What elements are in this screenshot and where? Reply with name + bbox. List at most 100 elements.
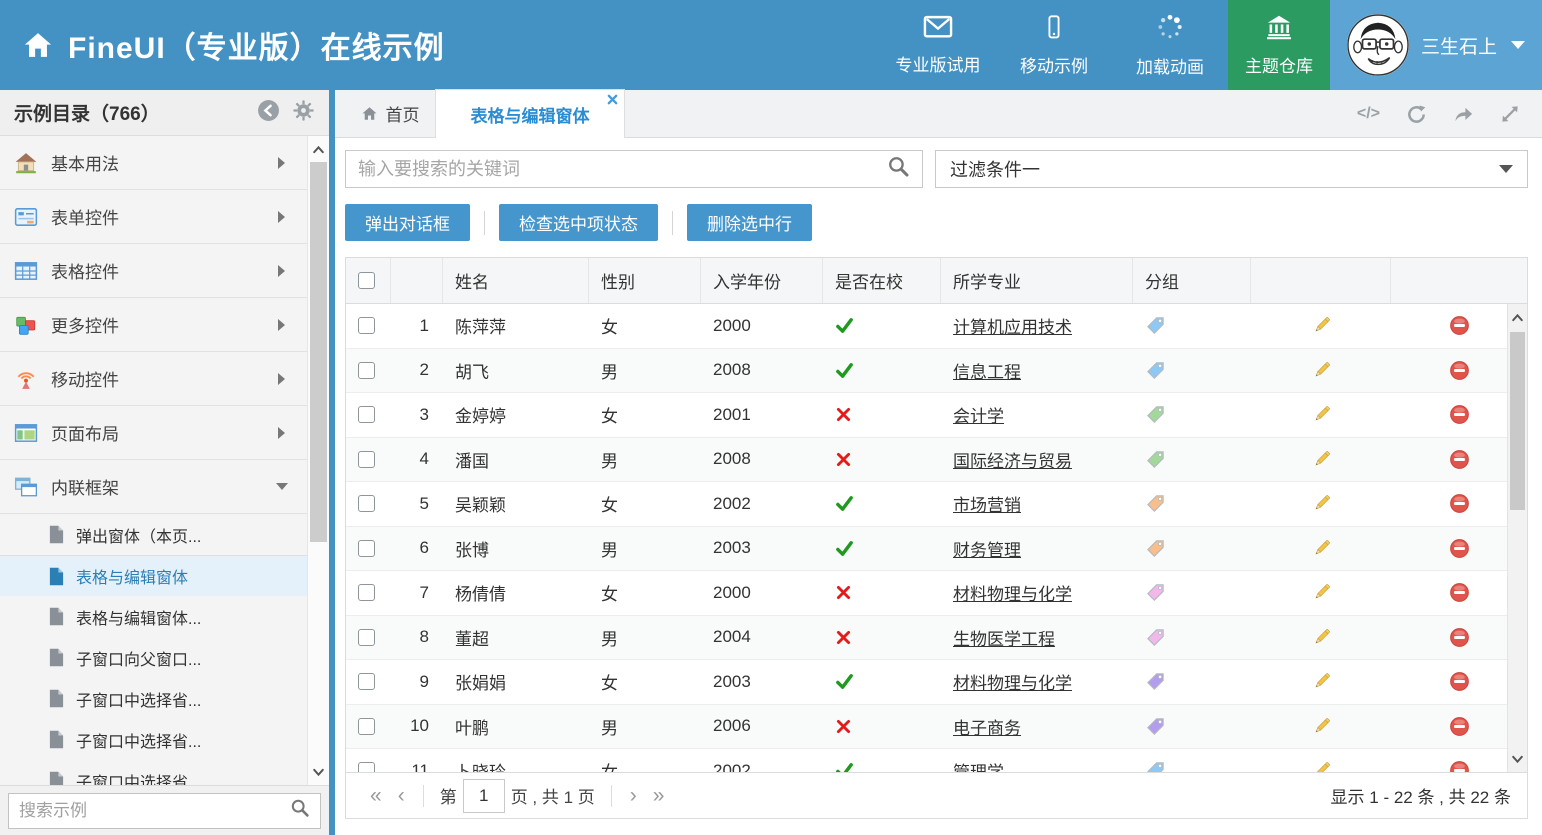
major-link[interactable]: 市场营销 bbox=[953, 491, 1021, 516]
filter-dropdown[interactable]: 过滤条件一 bbox=[935, 150, 1528, 188]
edit-icon[interactable] bbox=[1311, 538, 1332, 559]
edit-icon[interactable] bbox=[1311, 493, 1332, 514]
scroll-up-icon[interactable] bbox=[1508, 306, 1527, 328]
row-checkbox[interactable] bbox=[358, 362, 375, 379]
major-link[interactable]: 计算机应用技术 bbox=[953, 313, 1072, 338]
row-checkbox[interactable] bbox=[358, 406, 375, 423]
major-link[interactable]: 管理学 bbox=[953, 758, 1004, 772]
check-selected-button[interactable]: 检查选中项状态 bbox=[499, 204, 658, 241]
chevron-down-icon bbox=[1511, 41, 1525, 49]
sidebar-child-grid-edit-window[interactable]: 表格与编辑窗体 bbox=[0, 555, 307, 596]
major-link[interactable]: 信息工程 bbox=[953, 358, 1021, 383]
edit-icon[interactable] bbox=[1311, 627, 1332, 648]
delete-icon[interactable] bbox=[1449, 360, 1470, 381]
edit-icon[interactable] bbox=[1311, 760, 1332, 772]
edit-icon[interactable] bbox=[1311, 671, 1332, 692]
scrollbar-thumb[interactable] bbox=[1510, 332, 1525, 510]
delete-icon[interactable] bbox=[1449, 627, 1470, 648]
tab-grid-edit-window[interactable]: 表格与编辑窗体 bbox=[435, 89, 625, 138]
grid-scrollbar[interactable] bbox=[1507, 304, 1527, 772]
major-link[interactable]: 材料物理与化学 bbox=[953, 669, 1072, 694]
select-all-checkbox[interactable] bbox=[358, 272, 375, 289]
major-link[interactable]: 会计学 bbox=[953, 402, 1004, 427]
nav-theme-store[interactable]: 主题仓库 bbox=[1228, 0, 1330, 90]
row-number: 2 bbox=[391, 349, 443, 393]
collapse-icon[interactable] bbox=[257, 99, 280, 127]
edit-icon[interactable] bbox=[1311, 716, 1332, 737]
scrollbar-thumb[interactable] bbox=[310, 162, 327, 542]
user-menu[interactable]: 三生石上 bbox=[1330, 0, 1542, 90]
sidebar-item-form[interactable]: 表单控件 bbox=[0, 190, 307, 244]
row-checkbox[interactable] bbox=[358, 584, 375, 601]
tag-icon bbox=[1145, 760, 1166, 772]
row-checkbox[interactable] bbox=[358, 451, 375, 468]
major-link[interactable]: 财务管理 bbox=[953, 536, 1021, 561]
sidebar-child-popup[interactable]: 弹出窗体（本页... bbox=[0, 514, 307, 555]
sidebar-item-grid[interactable]: 表格控件 bbox=[0, 244, 307, 298]
delete-icon[interactable] bbox=[1449, 671, 1470, 692]
sidebar-child-grid-edit-window2[interactable]: 表格与编辑窗体... bbox=[0, 596, 307, 637]
fullscreen-icon[interactable] bbox=[1500, 104, 1520, 124]
nav-loading[interactable]: 加载动画 bbox=[1112, 0, 1228, 90]
delete-icon[interactable] bbox=[1449, 404, 1470, 425]
sidebar-child-select-province-3[interactable]: 子窗口中选择省 bbox=[0, 760, 307, 785]
edit-icon[interactable] bbox=[1311, 404, 1332, 425]
sidebar-item-mobile[interactable]: 移动控件 bbox=[0, 352, 307, 406]
nav-trial[interactable]: 专业版试用 bbox=[880, 0, 996, 90]
open-dialog-button[interactable]: 弹出对话框 bbox=[345, 204, 470, 241]
delete-selected-button[interactable]: 删除选中行 bbox=[687, 204, 812, 241]
search-icon[interactable] bbox=[887, 155, 910, 183]
row-checkbox[interactable] bbox=[358, 718, 375, 735]
scroll-up-icon[interactable] bbox=[308, 138, 329, 160]
delete-icon[interactable] bbox=[1449, 760, 1470, 772]
sidebar-search-input[interactable] bbox=[19, 801, 290, 821]
row-checkbox[interactable] bbox=[358, 540, 375, 557]
edit-icon[interactable] bbox=[1311, 449, 1332, 470]
file-icon bbox=[48, 689, 65, 708]
major-link[interactable]: 国际经济与贸易 bbox=[953, 447, 1072, 472]
major-link[interactable]: 生物医学工程 bbox=[953, 625, 1055, 650]
tag-icon bbox=[1145, 493, 1166, 514]
sidebar-item-basic[interactable]: 基本用法 bbox=[0, 136, 307, 190]
nav-mobile[interactable]: 移动示例 bbox=[996, 0, 1112, 90]
sidebar-scrollbar[interactable] bbox=[307, 136, 329, 785]
next-page-button[interactable]: › bbox=[622, 785, 645, 806]
tab-home[interactable]: 首页 bbox=[345, 89, 435, 137]
major-link[interactable]: 电子商务 bbox=[953, 714, 1021, 739]
share-icon[interactable] bbox=[1453, 104, 1474, 125]
delete-icon[interactable] bbox=[1449, 538, 1470, 559]
row-checkbox[interactable] bbox=[358, 629, 375, 646]
first-page-button[interactable]: « bbox=[362, 785, 390, 806]
sidebar-child-child-to-parent[interactable]: 子窗口向父窗口... bbox=[0, 637, 307, 678]
delete-icon[interactable] bbox=[1449, 449, 1470, 470]
major-link[interactable]: 材料物理与化学 bbox=[953, 580, 1072, 605]
sidebar-item-more[interactable]: 更多控件 bbox=[0, 298, 307, 352]
sidebar-item-iframe[interactable]: 内联框架 bbox=[0, 460, 307, 514]
last-page-button[interactable]: » bbox=[645, 785, 673, 806]
sidebar-search-box[interactable] bbox=[8, 793, 321, 829]
search-icon[interactable] bbox=[290, 798, 310, 823]
keyword-search-box[interactable] bbox=[345, 150, 923, 188]
row-checkbox[interactable] bbox=[358, 762, 375, 772]
prev-page-button[interactable]: ‹ bbox=[390, 785, 413, 806]
edit-icon[interactable] bbox=[1311, 360, 1332, 381]
keyword-search-input[interactable] bbox=[358, 159, 887, 180]
delete-icon[interactable] bbox=[1449, 493, 1470, 514]
page-number-input[interactable] bbox=[463, 779, 505, 813]
edit-icon[interactable] bbox=[1311, 315, 1332, 336]
row-checkbox[interactable] bbox=[358, 317, 375, 334]
delete-icon[interactable] bbox=[1449, 582, 1470, 603]
delete-icon[interactable] bbox=[1449, 716, 1470, 737]
row-checkbox[interactable] bbox=[358, 673, 375, 690]
refresh-icon[interactable] bbox=[1406, 104, 1427, 125]
sidebar-child-select-province-2[interactable]: 子窗口中选择省... bbox=[0, 719, 307, 760]
sidebar-child-select-province-1[interactable]: 子窗口中选择省... bbox=[0, 678, 307, 719]
close-icon[interactable] bbox=[607, 94, 618, 105]
row-checkbox[interactable] bbox=[358, 495, 375, 512]
sidebar-item-layout[interactable]: 页面布局 bbox=[0, 406, 307, 460]
scroll-down-icon[interactable] bbox=[1508, 748, 1527, 770]
scroll-down-icon[interactable] bbox=[308, 761, 329, 783]
delete-icon[interactable] bbox=[1449, 315, 1470, 336]
gear-icon[interactable] bbox=[292, 99, 315, 127]
edit-icon[interactable] bbox=[1311, 582, 1332, 603]
